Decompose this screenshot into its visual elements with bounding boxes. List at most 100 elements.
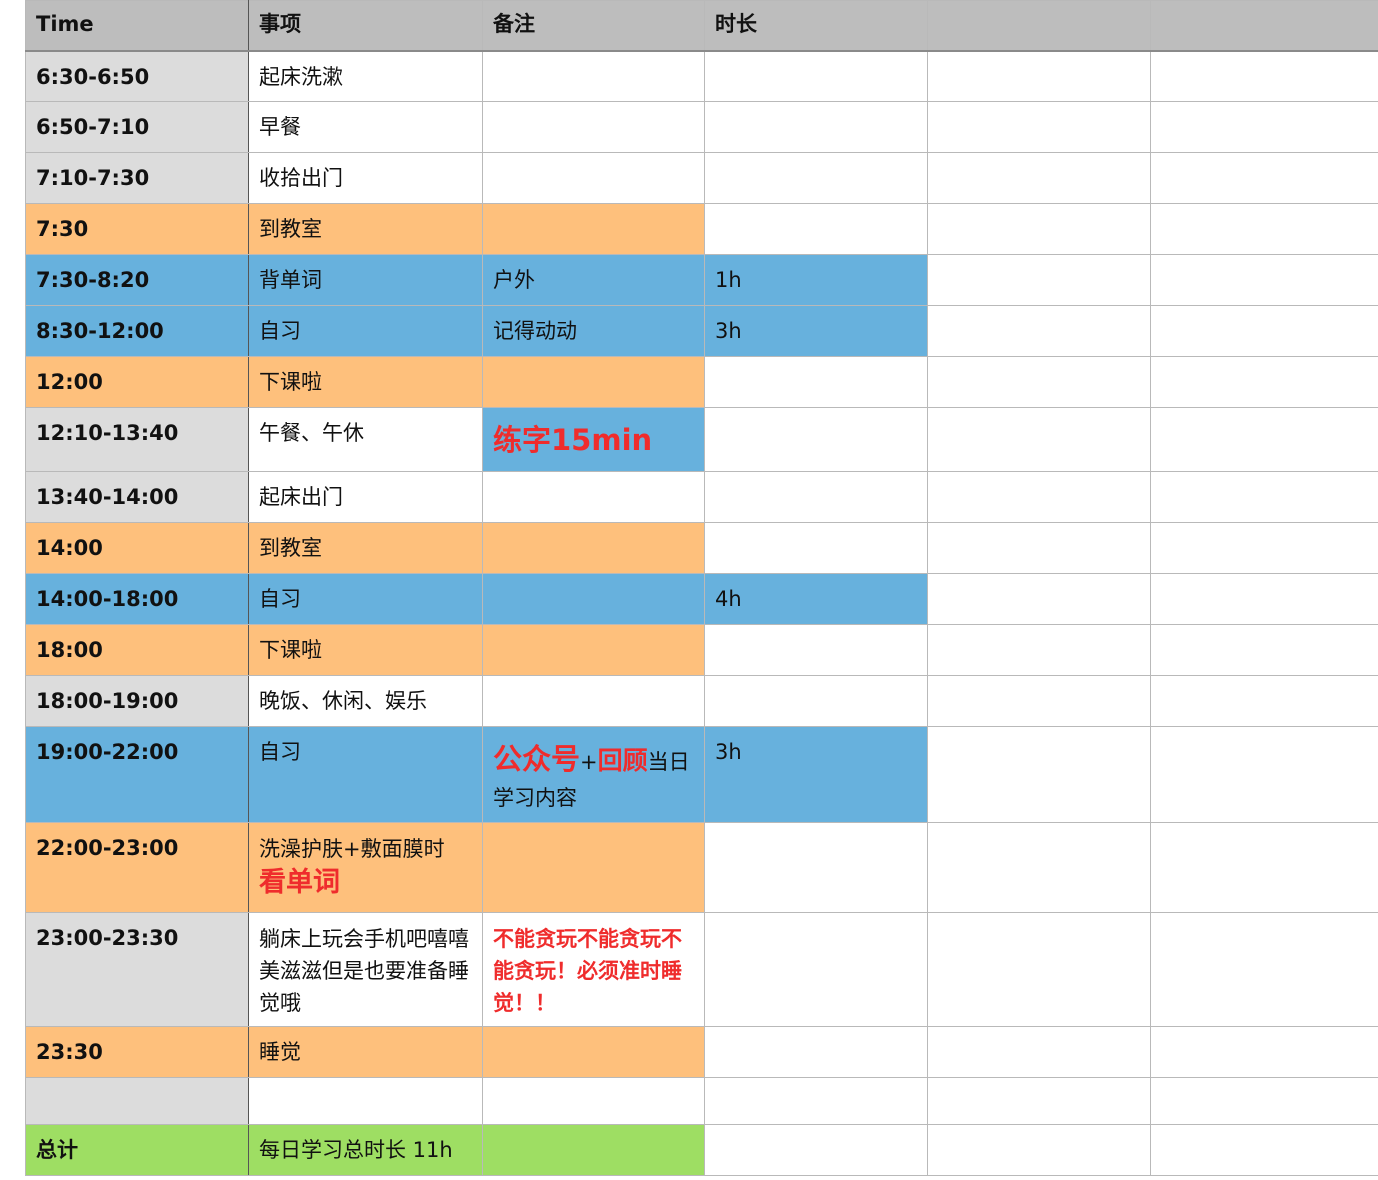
duration-cell[interactable]: 4h (704, 573, 928, 625)
note-cell[interactable] (482, 101, 705, 153)
empty-cell[interactable] (1150, 822, 1378, 913)
time-cell[interactable]: 18:00 (25, 624, 249, 676)
empty-cell[interactable] (1150, 50, 1378, 102)
note-cell[interactable]: 不能贪玩不能贪玩不能贪玩！必须准时睡觉！！ (482, 912, 705, 1027)
note-cell[interactable]: 公众号+回顾当日学习内容 (482, 726, 705, 823)
duration-cell[interactable]: 1h (704, 254, 928, 306)
duration-cell[interactable] (704, 675, 928, 727)
duration-cell[interactable] (704, 912, 928, 1027)
empty-cell[interactable] (1150, 522, 1378, 574)
empty-cell[interactable] (1150, 101, 1378, 153)
time-cell[interactable]: 19:00-22:00 (25, 726, 249, 823)
header-cell-empty[interactable] (927, 0, 1151, 52)
note-cell[interactable] (482, 1026, 705, 1078)
empty-cell[interactable] (1150, 912, 1378, 1027)
note-cell[interactable] (482, 522, 705, 574)
item-cell[interactable]: 下课啦 (248, 624, 483, 676)
duration-cell[interactable] (704, 407, 928, 472)
empty-cell[interactable] (927, 624, 1151, 676)
total-value-cell[interactable]: 每日学习总时长 11h (248, 1124, 483, 1176)
time-cell[interactable]: 23:00-23:30 (25, 912, 249, 1027)
duration-cell[interactable] (704, 1124, 928, 1176)
empty-cell[interactable] (1150, 356, 1378, 408)
time-cell[interactable]: 13:40-14:00 (25, 471, 249, 523)
empty-cell[interactable] (1150, 305, 1378, 357)
item-cell[interactable]: 收拾出门 (248, 152, 483, 204)
note-cell[interactable] (482, 50, 705, 102)
item-cell[interactable]: 晚饭、休闲、娱乐 (248, 675, 483, 727)
empty-cell[interactable] (1150, 1124, 1378, 1176)
note-cell[interactable] (482, 573, 705, 625)
empty-cell[interactable] (927, 1077, 1151, 1125)
empty-cell[interactable] (1150, 726, 1378, 823)
duration-cell[interactable]: 3h (704, 305, 928, 357)
item-cell[interactable]: 自习 (248, 726, 483, 823)
duration-cell[interactable] (704, 203, 928, 255)
duration-cell[interactable] (704, 1026, 928, 1078)
empty-cell[interactable] (927, 101, 1151, 153)
empty-cell[interactable] (1150, 573, 1378, 625)
duration-cell[interactable] (704, 152, 928, 204)
time-cell[interactable]: 7:30-8:20 (25, 254, 249, 306)
note-cell[interactable] (482, 822, 705, 913)
note-cell[interactable] (482, 356, 705, 408)
empty-cell[interactable] (1150, 152, 1378, 204)
time-cell[interactable]: 6:50-7:10 (25, 101, 249, 153)
header-cell-note[interactable]: 备注 (482, 0, 705, 52)
empty-cell[interactable] (927, 203, 1151, 255)
duration-cell[interactable]: 3h (704, 726, 928, 823)
time-cell[interactable]: 6:30-6:50 (25, 50, 249, 102)
time-cell[interactable]: 12:00 (25, 356, 249, 408)
item-cell[interactable]: 睡觉 (248, 1026, 483, 1078)
empty-cell[interactable] (927, 522, 1151, 574)
time-cell[interactable]: 18:00-19:00 (25, 675, 249, 727)
time-cell[interactable]: 12:10-13:40 (25, 407, 249, 472)
item-cell[interactable]: 起床出门 (248, 471, 483, 523)
empty-cell[interactable] (927, 254, 1151, 306)
note-cell[interactable]: 练字15min (482, 407, 705, 472)
empty-cell[interactable] (1150, 675, 1378, 727)
item-cell[interactable] (248, 1077, 483, 1125)
time-cell[interactable]: 7:30 (25, 203, 249, 255)
empty-cell[interactable] (927, 305, 1151, 357)
duration-cell[interactable] (704, 101, 928, 153)
empty-cell[interactable] (1150, 624, 1378, 676)
duration-cell[interactable] (704, 50, 928, 102)
total-label-cell[interactable]: 总计 (25, 1124, 249, 1176)
time-cell[interactable]: 22:00-23:00 (25, 822, 249, 913)
note-cell[interactable] (482, 1124, 705, 1176)
header-cell-time[interactable]: Time (25, 0, 249, 52)
duration-cell[interactable] (704, 522, 928, 574)
empty-cell[interactable] (927, 675, 1151, 727)
item-cell[interactable]: 起床洗漱 (248, 50, 483, 102)
empty-cell[interactable] (927, 407, 1151, 472)
item-cell[interactable]: 自习 (248, 305, 483, 357)
empty-cell[interactable] (927, 1026, 1151, 1078)
note-cell[interactable] (482, 1077, 705, 1125)
empty-cell[interactable] (927, 356, 1151, 408)
time-cell[interactable]: 14:00 (25, 522, 249, 574)
empty-cell[interactable] (1150, 407, 1378, 472)
header-cell-duration[interactable]: 时长 (704, 0, 928, 52)
empty-cell[interactable] (927, 822, 1151, 913)
empty-cell[interactable] (1150, 1077, 1378, 1125)
item-cell[interactable]: 早餐 (248, 101, 483, 153)
time-cell[interactable] (25, 1077, 249, 1125)
item-cell[interactable]: 到教室 (248, 203, 483, 255)
time-cell[interactable]: 23:30 (25, 1026, 249, 1078)
note-cell[interactable] (482, 152, 705, 204)
item-cell[interactable]: 下课啦 (248, 356, 483, 408)
empty-cell[interactable] (927, 912, 1151, 1027)
item-cell[interactable]: 自习 (248, 573, 483, 625)
item-cell[interactable]: 到教室 (248, 522, 483, 574)
duration-cell[interactable] (704, 1077, 928, 1125)
duration-cell[interactable] (704, 356, 928, 408)
header-cell-item[interactable]: 事项 (248, 0, 483, 52)
note-cell[interactable] (482, 471, 705, 523)
duration-cell[interactable] (704, 822, 928, 913)
header-cell-empty[interactable] (1150, 0, 1378, 52)
empty-cell[interactable] (1150, 254, 1378, 306)
note-cell[interactable]: 户外 (482, 254, 705, 306)
empty-cell[interactable] (1150, 1026, 1378, 1078)
empty-cell[interactable] (927, 1124, 1151, 1176)
